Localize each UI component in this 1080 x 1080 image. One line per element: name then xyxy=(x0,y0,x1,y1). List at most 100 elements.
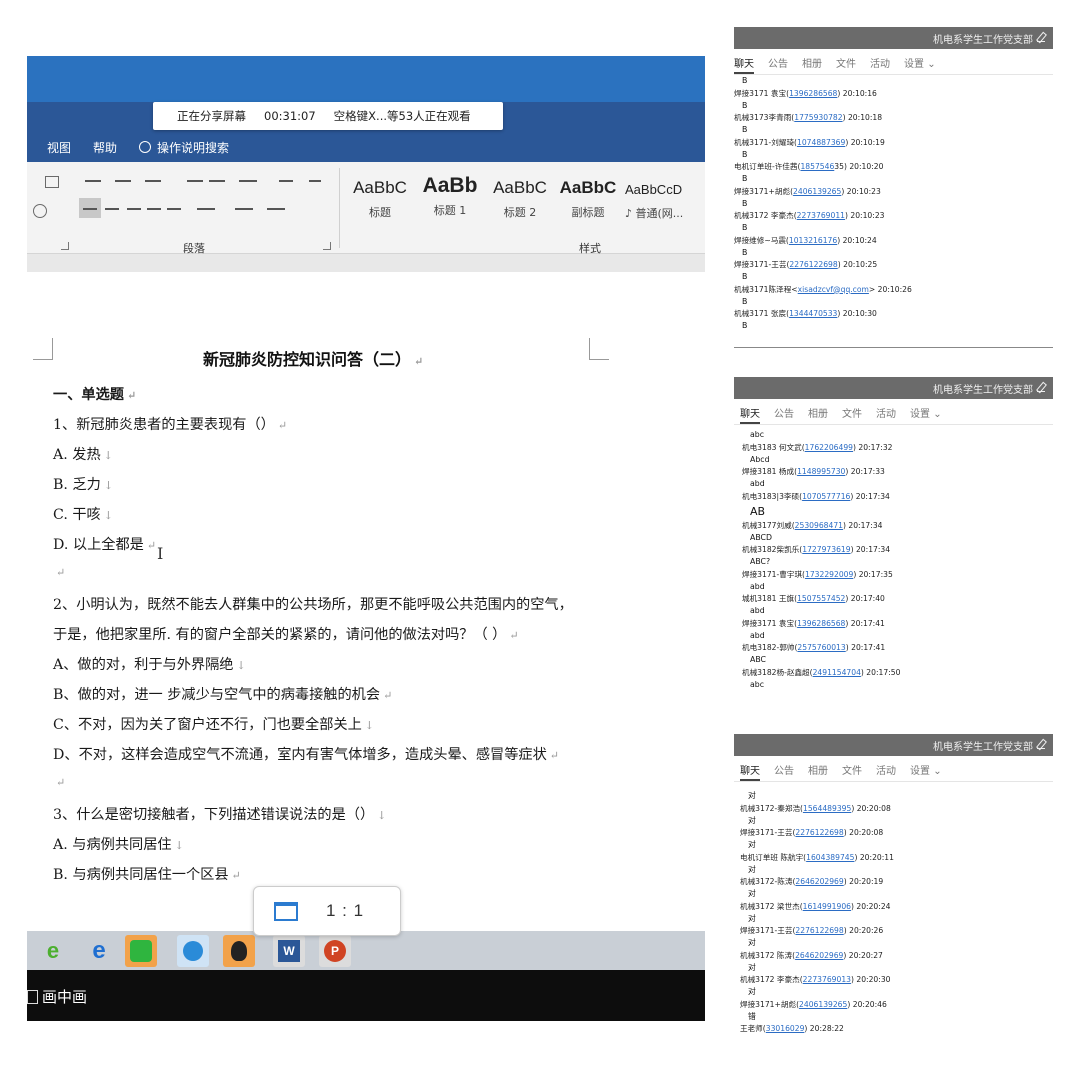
edge-icon[interactable]: e xyxy=(83,935,115,967)
decrease-indent-icon[interactable] xyxy=(187,180,203,182)
sender-id-link[interactable]: 2276122698 xyxy=(795,828,843,837)
show-marks-icon[interactable] xyxy=(309,180,321,182)
tab-chat[interactable]: 聊天 xyxy=(734,55,754,74)
doc-line-text: 3、什么是密切接触者，下列描述错误说法的是（） xyxy=(53,807,375,823)
sender-id-link[interactable]: 1775930782 xyxy=(794,113,842,122)
chinese-layout-icon[interactable] xyxy=(239,180,257,182)
paragraph-dialog-launcher-icon[interactable] xyxy=(323,242,331,250)
tab-announcement[interactable]: 公告 xyxy=(774,762,794,781)
align-center-icon[interactable] xyxy=(105,208,119,210)
message-time: ) 20:17:35 xyxy=(853,569,893,579)
bullets-icon[interactable] xyxy=(85,180,101,182)
sender-id-link[interactable]: 1857546 xyxy=(800,162,834,171)
justify-icon[interactable] xyxy=(147,208,161,210)
tab-activity[interactable]: 活动 xyxy=(870,55,890,74)
ie-green-icon[interactable]: e xyxy=(37,935,69,967)
numbering-icon[interactable] xyxy=(115,180,131,182)
chevron-down-icon: ⌄ xyxy=(927,59,936,70)
sender-id-link[interactable]: 1727973619 xyxy=(802,545,850,554)
tab-announcement[interactable]: 公告 xyxy=(768,55,788,74)
sender-id-link[interactable]: 1507557452 xyxy=(797,594,845,603)
tab-settings[interactable]: 设置 ⌄ xyxy=(910,762,942,781)
sender-id-link[interactable]: 1396286568 xyxy=(789,89,837,98)
sender-id-link[interactable]: 2406139265 xyxy=(793,187,841,196)
sender-id-link[interactable]: 1614991906 xyxy=(803,902,851,911)
qq-icon[interactable] xyxy=(223,935,255,967)
edit-icon[interactable] xyxy=(1037,34,1045,42)
browser-icon[interactable] xyxy=(177,935,209,967)
align-right-icon[interactable] xyxy=(127,208,141,210)
tab-activity[interactable]: 活动 xyxy=(876,762,896,781)
sender-id-link[interactable]: 1604389745 xyxy=(806,853,854,862)
menu-help[interactable]: 帮助 xyxy=(93,139,117,156)
distributed-icon[interactable] xyxy=(167,208,181,210)
tab-album[interactable]: 相册 xyxy=(802,55,822,74)
tab-activity[interactable]: 活动 xyxy=(876,405,896,424)
increase-indent-icon[interactable] xyxy=(209,180,225,182)
tell-me-search[interactable]: 操作说明搜索 xyxy=(139,139,229,156)
tab-files[interactable]: 文件 xyxy=(842,405,862,424)
tab-files[interactable]: 文件 xyxy=(836,55,856,74)
sort-icon[interactable] xyxy=(279,180,293,182)
font-dialog-launcher-icon[interactable] xyxy=(61,242,69,250)
phonetic-icon[interactable] xyxy=(33,204,47,218)
style-subtitle[interactable]: AaBbC 副标题 xyxy=(553,168,623,222)
style-title[interactable]: AaBbC 标题 xyxy=(345,168,415,222)
sender-id-link[interactable]: 2276122698 xyxy=(789,260,837,269)
sender-id-link[interactable]: 2530968471 xyxy=(795,521,843,530)
edit-icon[interactable] xyxy=(1037,384,1045,392)
tab-announcement[interactable]: 公告 xyxy=(774,405,794,424)
borders-icon[interactable] xyxy=(267,208,285,210)
sender-name: 焊接3171-曹宇琪( xyxy=(742,569,805,579)
sender-id-link[interactable]: 1732292009 xyxy=(805,570,853,579)
tab-chat[interactable]: 聊天 xyxy=(740,762,760,781)
style-heading-2[interactable]: AaBbC 标题 2 xyxy=(485,168,555,222)
sender-id-link[interactable]: 2276122698 xyxy=(795,926,843,935)
sender-id-link[interactable]: 1148995730 xyxy=(797,467,845,476)
tab-album[interactable]: 相册 xyxy=(808,762,828,781)
line-spacing-icon[interactable] xyxy=(197,208,215,210)
message-time: ) 20:17:34 xyxy=(850,545,891,554)
sender-id-link[interactable]: 2491154704 xyxy=(813,668,861,677)
message-time: ) 20:20:30 xyxy=(851,975,891,984)
sender-id-link[interactable]: 1344470533 xyxy=(789,309,837,318)
sender-id-link[interactable]: 1070577716 xyxy=(802,492,850,501)
tab-settings[interactable]: 设置 ⌄ xyxy=(910,405,942,424)
document-page[interactable]: 新冠肺炎防控知识问答（二） ↵ 一、单选题 ↵ 1、新冠肺炎患者的主要表现有（） ↵ … xyxy=(27,272,705,931)
tab-album[interactable]: 相册 xyxy=(808,405,828,424)
style-normal-web[interactable]: AaBbCcD ♪ 普通(网... xyxy=(625,168,705,222)
sender-id-link[interactable]: 2273769013 xyxy=(803,975,851,984)
sender-id-link[interactable]: 2406139265 xyxy=(799,1000,847,1009)
word-app-icon[interactable]: W xyxy=(273,935,305,967)
sender-id-link[interactable]: 1396286568 xyxy=(797,619,845,628)
menu-view[interactable]: 视图 xyxy=(47,139,71,156)
tab-settings[interactable]: 设置 ⌄ xyxy=(904,55,936,74)
font-box-icon[interactable] xyxy=(45,176,59,188)
sender-id-link[interactable]: 1564489395 xyxy=(803,804,851,813)
style-heading-1[interactable]: AaBb 标题 1 xyxy=(415,168,485,222)
zoom-popup[interactable]: 1 : 1 xyxy=(253,886,401,936)
sender-id-link[interactable]: 33016029 xyxy=(766,1024,805,1033)
multilevel-list-icon[interactable] xyxy=(145,180,161,182)
wechat-icon[interactable] xyxy=(125,935,157,967)
sender-id-link[interactable]: 2646202969 xyxy=(795,877,843,886)
sender-id-link[interactable]: 2575760013 xyxy=(797,643,845,652)
sender-id-link[interactable]: 2646202969 xyxy=(795,951,843,960)
sender-id-link[interactable]: 1074887369 xyxy=(797,138,845,147)
tab-files[interactable]: 文件 xyxy=(842,762,862,781)
message-time: ) 20:17:34 xyxy=(843,520,883,530)
screen-share-banner[interactable]: 正在分享屏幕 00:31:07 空格键X...等53人正在观看 xyxy=(153,102,503,130)
shading-icon[interactable] xyxy=(235,208,253,210)
powerpoint-icon[interactable]: P xyxy=(319,935,351,967)
edit-icon[interactable] xyxy=(1037,741,1045,749)
picture-in-picture-button[interactable]: 画中画 xyxy=(27,986,87,1007)
sender-id-link[interactable]: xisadzcvf@qq.com xyxy=(798,285,869,294)
sender-name: 机械3172 陈涛( xyxy=(740,950,796,960)
line-break-mark: ↓ xyxy=(103,509,113,522)
line-break-mark: ↓ xyxy=(103,449,113,462)
sender-id-link[interactable]: 2273769011 xyxy=(797,211,845,220)
sender-id-link[interactable]: 1013216176 xyxy=(789,236,837,245)
taskbar: e e W P xyxy=(27,931,705,970)
sender-id-link[interactable]: 1762206499 xyxy=(805,443,853,452)
tab-chat[interactable]: 聊天 xyxy=(740,405,760,424)
